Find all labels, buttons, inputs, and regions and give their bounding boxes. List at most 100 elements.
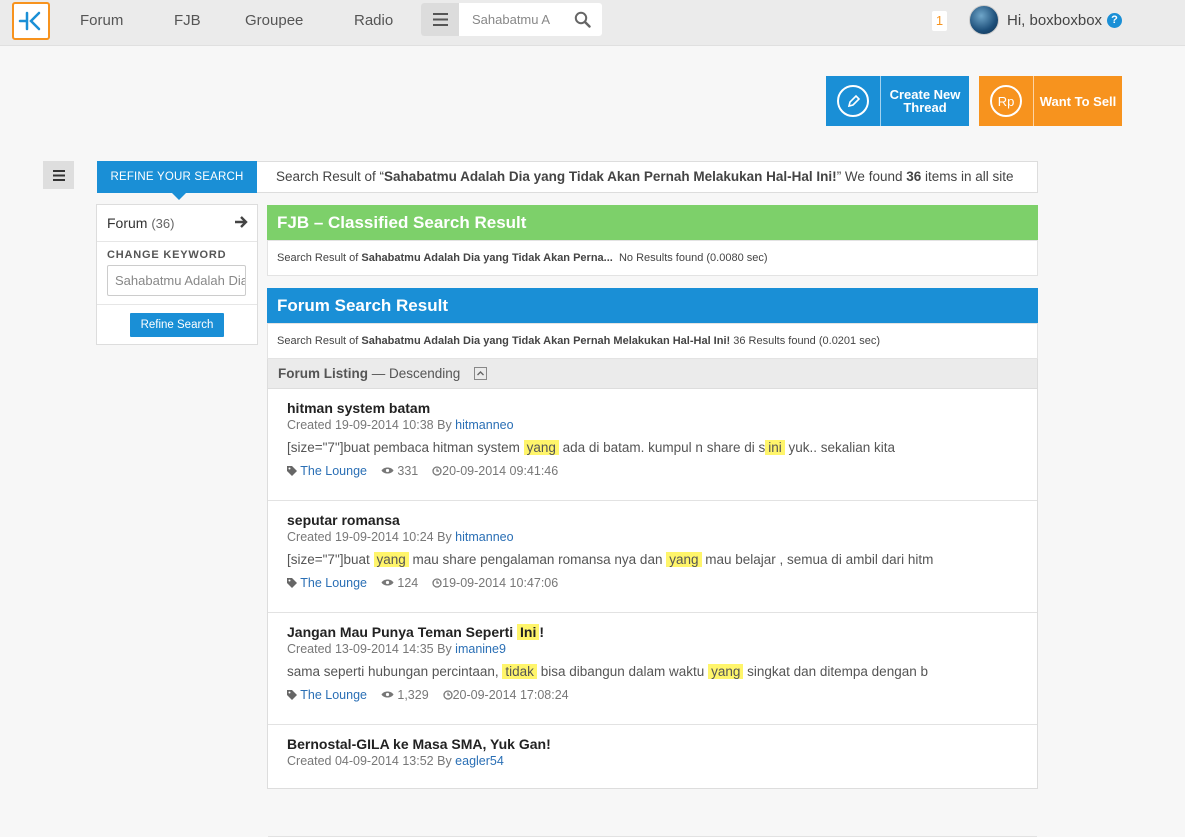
divider [97, 304, 257, 305]
created-text: Created 13-09-2014 14:35 By [287, 642, 456, 656]
clock-icon [418, 576, 442, 590]
text-segment: [size="7"]buat [287, 552, 374, 567]
created-text: Created 19-09-2014 10:38 By [287, 418, 456, 432]
search-icon[interactable] [574, 11, 591, 28]
highlighted-term: yang [373, 552, 409, 567]
text-segment: ! [539, 624, 545, 640]
nav-groupee[interactable]: Groupee [245, 0, 303, 42]
forum-filter[interactable]: Forum (36) [107, 215, 174, 231]
last-post-time: 20-09-2014 09:41:46 [442, 464, 559, 478]
highlighted-term: ini [765, 440, 785, 455]
view-count: 1,329 [397, 688, 429, 702]
fjb-result-line: Search Result of Sahabatmu Adalah Dia ya… [267, 240, 1038, 276]
category-link[interactable]: The Lounge [300, 688, 367, 702]
highlighted-term: yang [523, 440, 559, 455]
help-icon[interactable]: ? [1107, 13, 1122, 28]
list-item[interactable]: hitman system batam Created 19-09-2014 10… [268, 389, 1037, 501]
change-keyword-label: CHANGE KEYWORD [107, 249, 227, 261]
highlighted-term: yang [666, 552, 702, 567]
tag-icon [287, 464, 300, 478]
refine-search-button[interactable]: Refine Search [130, 313, 224, 337]
author-link[interactable]: hitmanneo [455, 418, 513, 432]
nav-radio[interactable]: Radio [354, 0, 393, 42]
nav-fjb[interactable]: FJB [174, 0, 201, 42]
pencil-icon [826, 76, 881, 126]
thread-title[interactable]: seputar romansa [287, 512, 400, 528]
create-thread-button[interactable]: Create New Thread [826, 76, 969, 126]
tag-icon [287, 576, 300, 590]
text-segment: Jangan Mau Punya Teman Seperti [287, 624, 518, 640]
list-item[interactable]: seputar romansa Created 19-09-2014 10:24 … [268, 501, 1037, 613]
last-post-time: 19-09-2014 10:47:06 [442, 576, 559, 590]
highlighted-term: yang [708, 664, 744, 679]
hamburger-icon [432, 13, 448, 26]
list-item[interactable]: Bernostal-GILA ke Masa SMA, Yuk Gan! Crea… [268, 725, 1037, 837]
author-link[interactable]: hitmanneo [455, 530, 513, 544]
search-menu-button[interactable] [421, 3, 459, 36]
summary-query: Sahabatmu Adalah Dia yang Tidak Akan Per… [384, 169, 837, 184]
eye-icon [367, 576, 397, 590]
hamburger-icon [52, 169, 65, 181]
tag-icon [287, 688, 300, 702]
want-to-sell-button[interactable]: Rp Want To Sell [979, 76, 1122, 126]
nav-forum[interactable]: Forum [80, 0, 123, 42]
want-to-sell-label: Want To Sell [1039, 93, 1117, 109]
thread-snippet: [size="7"]buat pembaca hitman system yan… [287, 440, 895, 455]
category-link[interactable]: The Lounge [300, 464, 367, 478]
forum-result-header: Forum Search Result [267, 288, 1038, 323]
category-link[interactable]: The Lounge [300, 576, 367, 590]
text-segment: sama seperti hubungan percintaan, [287, 664, 503, 679]
arrow-right-icon[interactable] [234, 215, 248, 229]
list-item[interactable]: Jangan Mau Punya Teman Seperti Ini! Creat… [268, 613, 1037, 725]
text-segment: ada di batam. kumpul n share di s [558, 440, 766, 455]
clock-icon [418, 464, 442, 478]
thread-meta: Created 04-09-2014 13:52 By eagler54 [287, 754, 504, 768]
filter-panel: Forum (36) CHANGE KEYWORD Sahabatmu Adal… [96, 204, 258, 345]
summary-count: 36 [906, 169, 922, 184]
eye-icon [367, 688, 397, 702]
text-segment: mau belajar , semua di ambil dari hitm [701, 552, 934, 567]
thread-footer: The Lounge 124 19-09-2014 10:47:06 [287, 576, 558, 590]
eye-icon [367, 464, 397, 478]
forum-listing-bar: Forum Listing — Descending [267, 359, 1038, 389]
clock-icon [429, 688, 453, 702]
search-input[interactable]: Sahabatmu A [472, 3, 552, 36]
text-segment: singkat dan ditempa dengan b [743, 664, 928, 679]
thread-title[interactable]: Jangan Mau Punya Teman Seperti Ini! [287, 624, 544, 640]
thread-list: hitman system batam Created 19-09-2014 10… [267, 389, 1038, 837]
notification-badge[interactable]: 1 [932, 11, 947, 31]
sort-toggle-icon[interactable] [474, 367, 488, 380]
thread-meta: Created 19-09-2014 10:38 By hitmanneo [287, 418, 514, 432]
highlighted-term: Ini [517, 624, 540, 640]
author-link[interactable]: eagler54 [455, 754, 504, 768]
view-count: 124 [397, 576, 419, 590]
text-segment: mau share pengalaman romansa nya dan [408, 552, 667, 567]
sidebar-toggle-button[interactable] [43, 161, 74, 189]
kaskus-logo-icon[interactable] [12, 2, 50, 40]
top-navbar: Forum FJB Groupee Radio Sahabatmu A 1 Hi… [0, 0, 1185, 46]
text-segment: yuk.. sekalian kita [784, 440, 896, 455]
search-box: Sahabatmu A [421, 3, 602, 36]
search-summary: Search Result of “Sahabatmu Adalah Dia y… [257, 161, 1038, 193]
highlighted-term: tidak [502, 664, 537, 679]
thread-meta: Created 13-09-2014 14:35 By imanine9 [287, 642, 506, 656]
thread-title[interactable]: hitman system batam [287, 400, 430, 416]
thread-snippet: sama seperti hubungan percintaan, tidak … [287, 664, 928, 679]
thread-footer: The Lounge 331 20-09-2014 09:41:46 [287, 464, 558, 478]
rupiah-icon: Rp [979, 76, 1034, 126]
created-text: Created 04-09-2014 13:52 By [287, 754, 456, 768]
fjb-result-header: FJB – Classified Search Result [267, 205, 1038, 240]
user-greeting[interactable]: Hi, boxboxbox [1007, 0, 1102, 42]
created-text: Created 19-09-2014 10:24 By [287, 530, 456, 544]
create-thread-label: Create New Thread [889, 87, 961, 115]
refine-search-tab[interactable]: REFINE YOUR SEARCH [97, 161, 257, 200]
avatar[interactable] [969, 5, 999, 35]
view-count: 331 [397, 464, 419, 478]
author-link[interactable]: imanine9 [455, 642, 506, 656]
last-post-time: 20-09-2014 17:08:24 [452, 688, 569, 702]
keyword-input[interactable]: Sahabatmu Adalah Dia [107, 265, 246, 296]
forum-result-line: Search Result of Sahabatmu Adalah Dia ya… [267, 323, 1038, 359]
thread-title[interactable]: Bernostal-GILA ke Masa SMA, Yuk Gan! [287, 736, 551, 752]
text-segment: bisa dibangun dalam waktu [536, 664, 709, 679]
thread-meta: Created 19-09-2014 10:24 By hitmanneo [287, 530, 514, 544]
